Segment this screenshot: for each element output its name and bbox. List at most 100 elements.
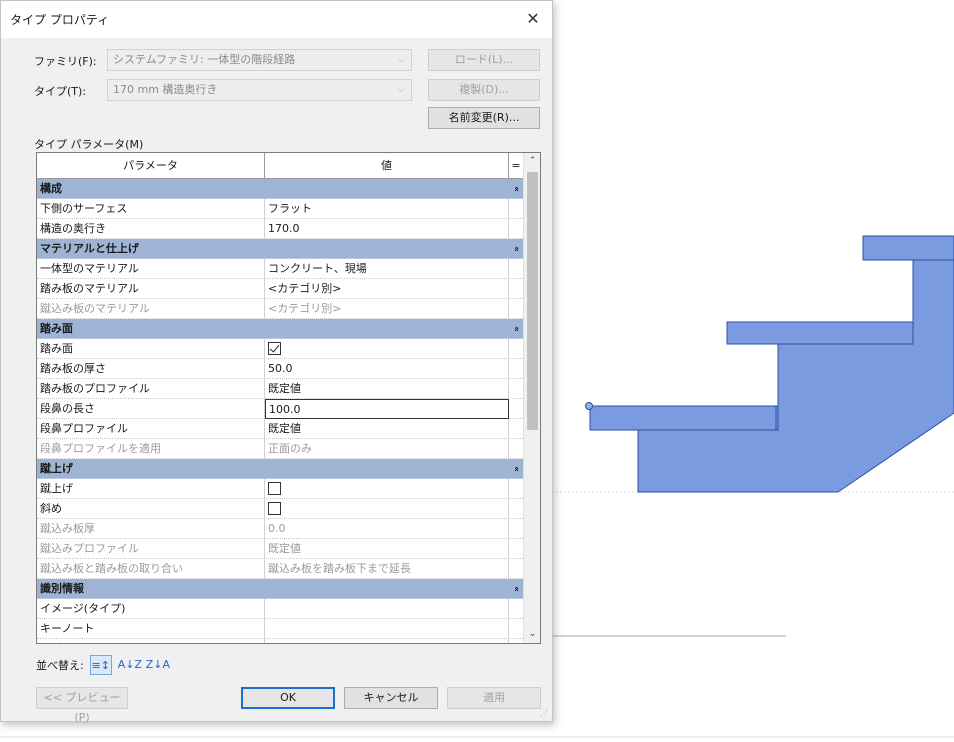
parameter-grid: パラメータ 値 = 構成 «下側のサーフェス フラット 構造の奥行き 170.0 マテリア… [36,152,541,644]
parameter-name: 踏み面 [37,339,265,359]
parameter-row[interactable]: モデル [37,639,523,643]
stair-tread [726,321,914,345]
parameter-name: イメージ(タイプ) [37,599,265,619]
parameter-value-input[interactable]: 100.0 [265,399,509,419]
parameter-row[interactable]: 踏み板の厚さ 50.0 [37,359,523,379]
parameter-value[interactable]: フラット [265,199,509,219]
parameter-value[interactable]: 50.0 [265,359,509,379]
dialog-title: タイプ プロパティ [10,13,110,27]
parameter-row[interactable]: イメージ(タイプ) [37,599,523,619]
column-header-value[interactable]: 値 [265,153,509,178]
scroll-up-icon[interactable]: ⌃ [524,153,540,170]
chevron-down-icon: ⌵ [398,85,405,95]
family-value: システムファミリ: 一体型の階段経路 [113,53,296,66]
parameter-row[interactable]: 踏み面 [37,339,523,359]
parameter-name: 蹴込みプロファイル [37,539,265,559]
family-label: ファミリ(F): [34,55,97,68]
dialog-titlebar[interactable]: タイプ プロパティ ✕ [1,1,552,38]
parameter-name: モデル [37,639,265,643]
parameter-value[interactable] [265,499,509,519]
parameter-row[interactable]: 斜め [37,499,523,519]
checkbox-unchecked[interactable] [268,501,281,515]
stair-tread [862,235,954,261]
type-value: 170 mm 構造奥行き [113,83,218,96]
parameter-row[interactable]: 踏み板のマテリアル <カテゴリ別> [37,279,523,299]
sort-ascending-icon[interactable]: A↓Z [118,655,142,675]
sort-descending-icon[interactable]: Z↓A [146,655,170,675]
parameter-name: 踏み板のプロファイル [37,379,265,399]
parameter-row[interactable]: キーノート [37,619,523,639]
parameter-value[interactable]: 既定値 [265,419,509,439]
apply-button[interactable]: 適用 [447,687,541,709]
parameter-row[interactable]: 構造の奥行き 170.0 [37,219,523,239]
sort-label: 並べ替え: [36,659,84,672]
column-header-formula[interactable]: = [509,153,523,178]
load-button[interactable]: ロード(L)... [428,49,540,71]
close-icon[interactable]: ✕ [524,10,542,28]
group-header-label: マテリアルと仕上げ [40,242,139,255]
group-header-row[interactable]: 蹴上げ « [37,459,523,479]
group-header-row[interactable]: マテリアルと仕上げ « [37,239,523,259]
group-header-label: 踏み面 [40,322,73,335]
parameter-value: 蹴込み板を踏み板下まで延長 [265,559,509,579]
group-header-row[interactable]: 識別情報 « [37,579,523,599]
grouped-sort-icon[interactable]: ≡↕ [89,655,112,675]
parameter-value[interactable] [265,339,509,359]
scroll-thumb[interactable] [527,172,538,430]
parameter-name: 蹴込み板と踏み板の取り合い [37,559,265,579]
checkbox-unchecked[interactable] [268,481,281,495]
parameter-name: 段鼻プロファイルを適用 [37,439,265,459]
group-header-label: 識別情報 [40,582,84,595]
parameter-name: 斜め [37,499,265,519]
parameter-value[interactable] [265,599,509,619]
parameter-value[interactable]: 既定値 [265,379,509,399]
parameter-name: 下側のサーフェス [37,199,265,219]
chevron-down-icon: ⌵ [398,55,405,65]
group-header-row[interactable]: 構成 « [37,179,523,199]
grid-scrollbar[interactable]: ⌃ ⌄ [523,153,540,643]
parameter-value[interactable]: コンクリート、現場 [265,259,509,279]
parameter-name: 段鼻プロファイル [37,419,265,439]
parameter-row: 段鼻プロファイルを適用 正面のみ [37,439,523,459]
rename-button[interactable]: 名前変更(R)... [428,107,540,129]
parameter-name: 一体型のマテリアル [37,259,265,279]
parameter-row[interactable]: 踏み板のプロファイル 既定値 [37,379,523,399]
parameter-row: 蹴込み板のマテリアル <カテゴリ別> [37,299,523,319]
parameter-name: 踏み板のマテリアル [37,279,265,299]
parameter-value[interactable] [265,639,509,643]
ok-button[interactable]: OK [241,687,335,709]
parameter-value: 正面のみ [265,439,509,459]
parameter-row[interactable]: 段鼻の長さ 100.0 [37,399,523,419]
preview-button[interactable]: << プレビュー(P) [36,687,128,724]
grid-header: パラメータ 値 = [37,153,523,179]
group-header-label: 構成 [40,182,62,195]
type-parameters-label: タイプ パラメータ(M) [34,138,144,151]
type-select[interactable]: 170 mm 構造奥行き ⌵ [107,79,412,101]
parameter-row[interactable]: 一体型のマテリアル コンクリート、現場 [37,259,523,279]
parameter-value[interactable] [265,619,509,639]
parameter-row: 蹴込み板と踏み板の取り合い 蹴込み板を踏み板下まで延長 [37,559,523,579]
resize-grip-icon[interactable]: ⋰ [540,709,550,719]
parameter-row[interactable]: 段鼻プロファイル 既定値 [37,419,523,439]
duplicate-button[interactable]: 複製(D)... [428,79,540,101]
parameter-value: 既定値 [265,539,509,559]
scroll-down-icon[interactable]: ⌄ [524,626,540,643]
cancel-button[interactable]: キャンセル [344,687,438,709]
grip-handle [585,402,593,410]
family-select[interactable]: システムファミリ: 一体型の階段経路 ⌵ [107,49,412,71]
parameter-value[interactable]: 170.0 [265,219,509,239]
parameter-value: <カテゴリ別> [265,299,509,319]
group-header-label: 蹴上げ [40,462,73,475]
parameter-name: 蹴上げ [37,479,265,499]
parameter-value[interactable]: <カテゴリ別> [265,279,509,299]
stair-body [589,235,954,493]
checkbox-checked[interactable] [268,341,281,355]
parameter-value[interactable] [265,479,509,499]
parameter-name: キーノート [37,619,265,639]
parameter-row[interactable]: 下側のサーフェス フラット [37,199,523,219]
group-header-row[interactable]: 踏み面 « [37,319,523,339]
parameter-row[interactable]: 蹴上げ [37,479,523,499]
type-label: タイプ(T): [34,85,87,98]
column-header-parameter[interactable]: パラメータ [37,153,265,178]
parameter-row: 蹴込みプロファイル 既定値 [37,539,523,559]
